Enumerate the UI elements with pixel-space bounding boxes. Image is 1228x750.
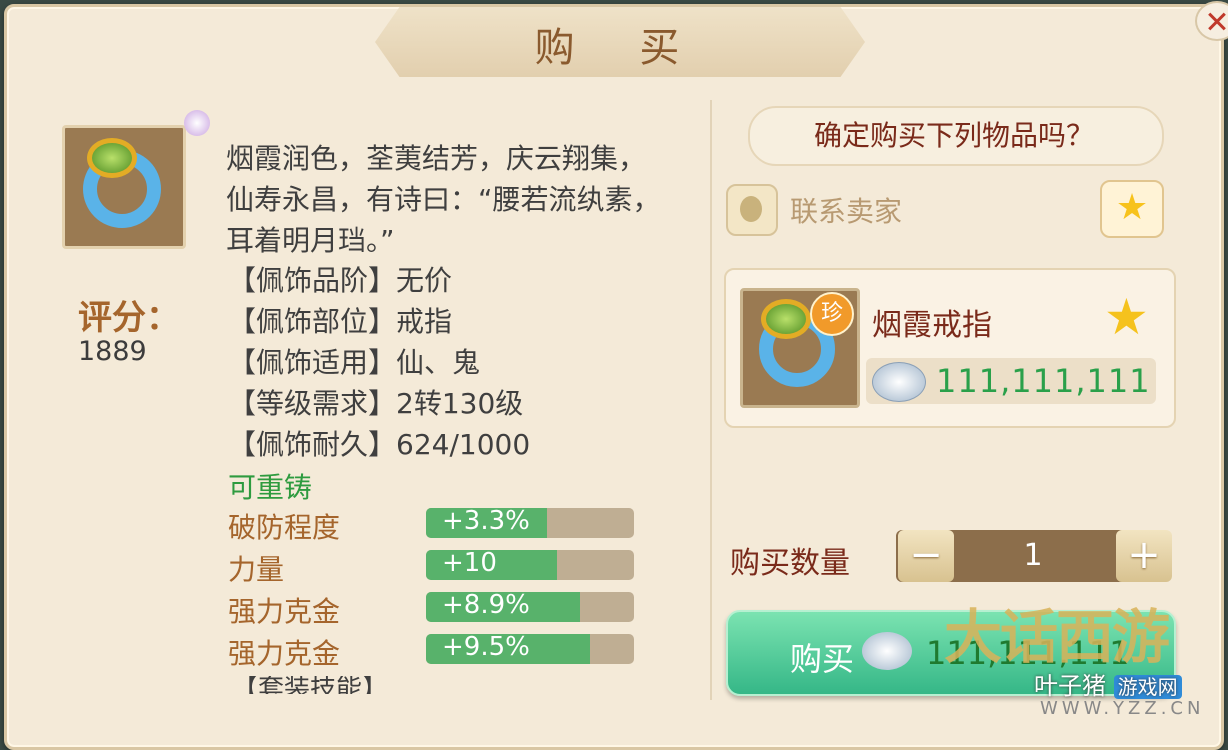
stat-value: +8.9% [442, 592, 530, 620]
score-value: 1889 [78, 336, 147, 367]
rare-badge: 珍 [810, 292, 854, 336]
confirm-question: 确定购买下列物品吗？ [813, 119, 1094, 152]
stat-label: 力量 [228, 553, 285, 586]
quantity-label: 购买数量 [730, 546, 850, 581]
recastable-label: 可重铸 [228, 471, 313, 504]
silver-ingot-icon [862, 632, 912, 670]
buy-button-label[interactable]: 购买 [790, 634, 854, 680]
stat-value: +9.5% [442, 634, 530, 662]
favorite-star-button[interactable]: ★ [1100, 180, 1164, 238]
item-price: 111,111,111 [936, 362, 1151, 400]
site-badge: 游戏网 [1113, 675, 1182, 699]
stat-bar: +9.5% [426, 634, 634, 664]
ring-gem [87, 138, 137, 178]
property-row: 【等级需求】2转130级 [228, 387, 524, 420]
property-row: 【佩饰品阶】无价 [228, 264, 453, 297]
stat-bar: +3.3% [426, 508, 634, 538]
contact-seller-link[interactable]: 联系卖家 [790, 190, 902, 230]
silver-ingot-icon [872, 362, 926, 402]
close-button[interactable] [1195, 1, 1228, 41]
star-icon: ★ [1104, 288, 1149, 346]
decrement-button[interactable]: − [898, 530, 954, 582]
set-skill-label: 【套装技能】 [232, 676, 389, 694]
stat-value: +10 [442, 550, 497, 578]
game-logo-watermark: 大话西游 [944, 603, 1170, 671]
increment-button[interactable]: + [1116, 530, 1172, 582]
score-label: 评分： [78, 298, 180, 338]
quantity-input[interactable]: 1 [952, 538, 1114, 573]
panel-divider [710, 100, 712, 700]
item-name: 烟霞戒指 [872, 308, 992, 343]
stat-label: 强力克金 [228, 595, 341, 628]
property-row: 【佩饰耐久】624/1000 [228, 428, 531, 461]
stat-label: 破防程度 [228, 511, 341, 544]
site-watermark: 叶子猪 游戏网 [1034, 666, 1182, 701]
ring-gem [761, 299, 811, 339]
stat-value: +3.3% [442, 508, 530, 536]
stat-label: 强力克金 [228, 637, 341, 670]
stat-bar: +8.9% [426, 592, 634, 622]
stat-bar: +10 [426, 550, 634, 580]
site-name: 叶子猪 [1034, 672, 1106, 700]
property-row: 【佩饰适用】仙、鬼 [228, 346, 481, 379]
property-list: 【佩饰品阶】无价 【佩饰部位】戒指 【佩饰适用】仙、鬼 【等级需求】2转130级… [228, 260, 530, 465]
pearl-icon [184, 110, 210, 136]
ring-item-icon [62, 125, 186, 249]
item-description: 烟霞润色，荃荑结芳，庆云翔集，仙寿永昌，有诗曰：“腰若流纨素，耳着明月珰。” [226, 142, 661, 257]
dialog-title: 购 买 [534, 25, 706, 71]
chat-icon[interactable] [726, 184, 778, 236]
site-url-watermark: WWW.YZZ.CN [1040, 698, 1205, 719]
property-row: 【佩饰部位】戒指 [228, 305, 453, 338]
